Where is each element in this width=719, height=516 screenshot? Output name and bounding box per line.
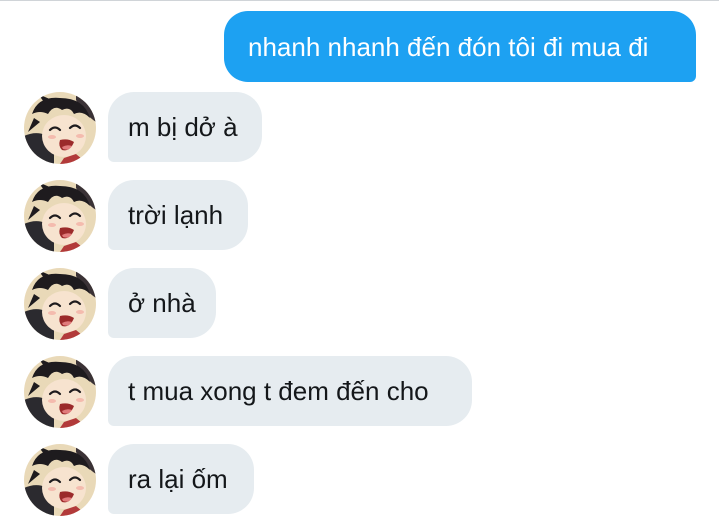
anime-avatar-icon[interactable] bbox=[24, 356, 96, 428]
top-divider bbox=[0, 0, 719, 1]
incoming-message-bubble[interactable]: ra lại ốm bbox=[108, 444, 254, 514]
message-text: ở nhà bbox=[128, 288, 196, 318]
message-text: nhanh nhanh đến đón tôi đi mua đi bbox=[248, 31, 649, 62]
message-text: m bị dở à bbox=[128, 112, 238, 142]
anime-avatar-icon[interactable] bbox=[24, 444, 96, 516]
incoming-message-bubble[interactable]: trời lạnh bbox=[108, 180, 248, 250]
anime-avatar-icon[interactable] bbox=[24, 92, 96, 164]
incoming-message-bubble[interactable]: ở nhà bbox=[108, 268, 216, 338]
incoming-message-bubble[interactable]: m bị dở à bbox=[108, 92, 262, 162]
outgoing-message-bubble[interactable]: nhanh nhanh đến đón tôi đi mua đi bbox=[224, 11, 696, 82]
anime-avatar-icon[interactable] bbox=[24, 268, 96, 340]
message-text: ra lại ốm bbox=[128, 464, 228, 494]
conversation-thread: nhanh nhanh đến đón tôi đi mua đi m bị d… bbox=[0, 0, 719, 516]
message-text: t mua xong t đem đến cho bbox=[128, 376, 429, 406]
anime-avatar-icon[interactable] bbox=[24, 180, 96, 252]
message-text: trời lạnh bbox=[128, 200, 224, 230]
incoming-message-bubble[interactable]: t mua xong t đem đến cho bbox=[108, 356, 472, 426]
